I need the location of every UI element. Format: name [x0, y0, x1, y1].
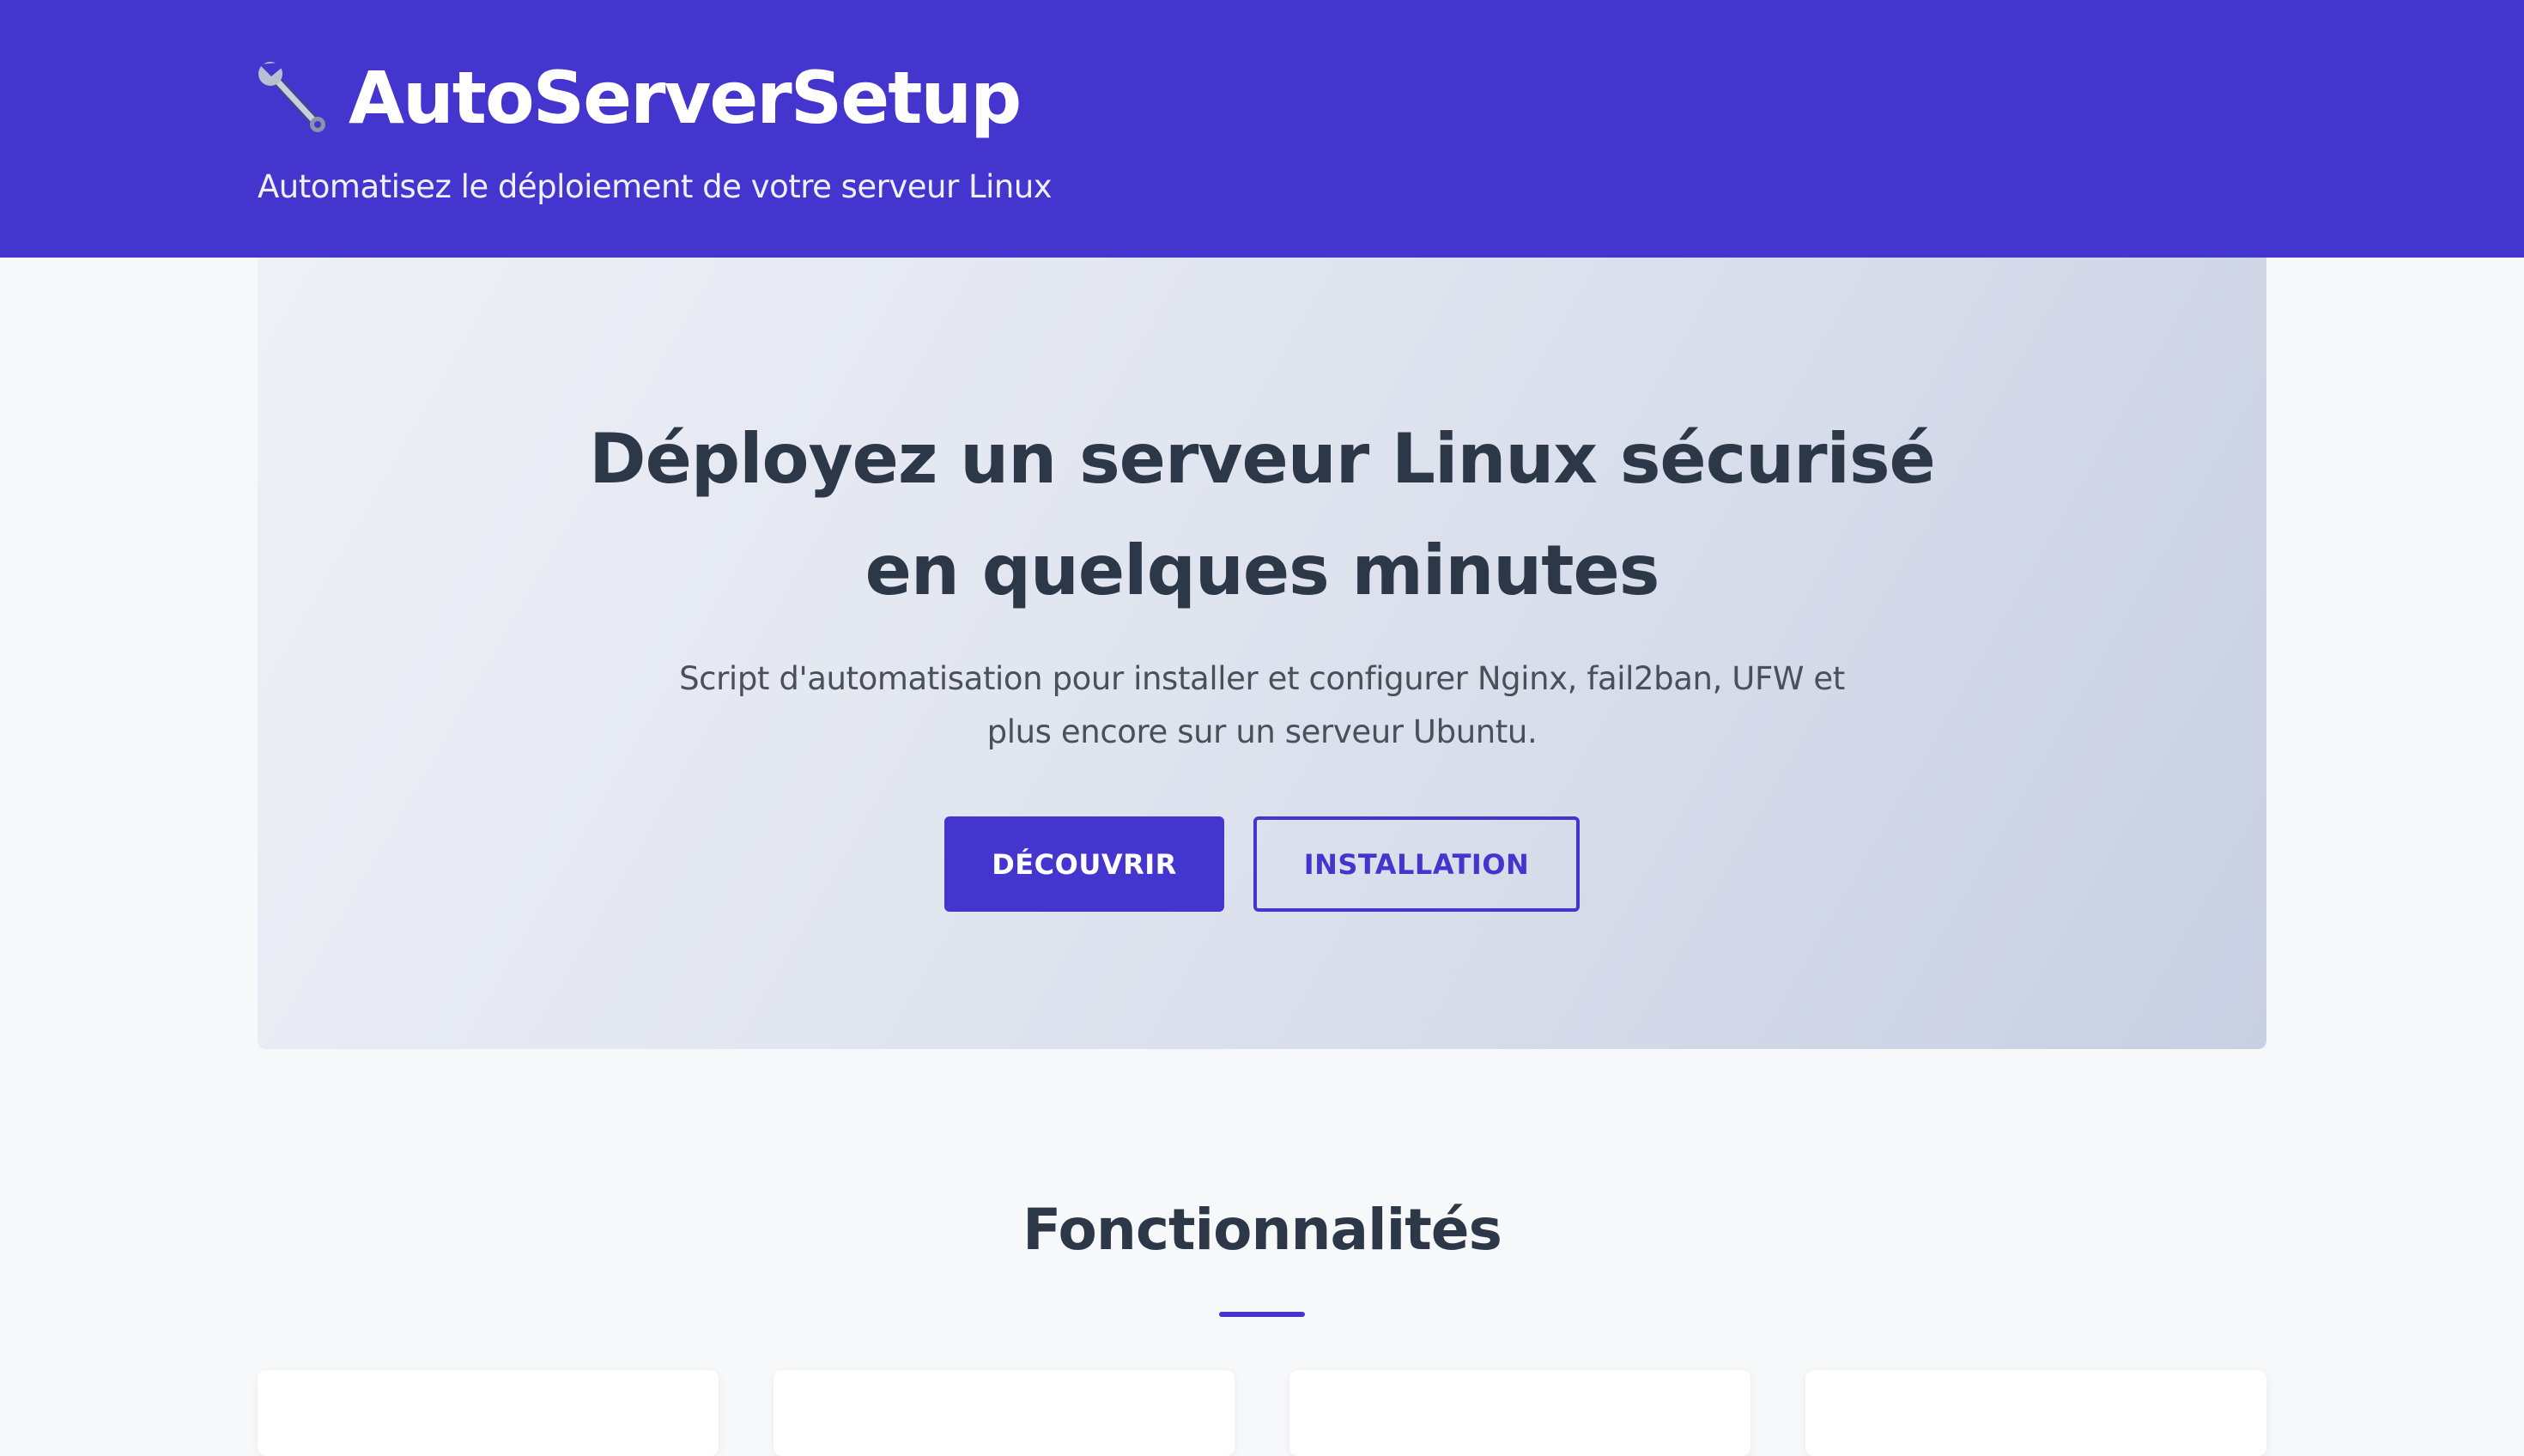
discover-button[interactable]: DÉCOUVRIR [944, 816, 1224, 912]
site-title: AutoServerSetup [349, 56, 1022, 140]
hero-actions: DÉCOUVRIR INSTALLATION [258, 816, 2266, 912]
hero-section: Déployez un serveur Linux sécurisé en qu… [258, 258, 2266, 1049]
feature-card[interactable] [1805, 1370, 2266, 1456]
brand[interactable]: AutoServerSetup [256, 53, 1022, 143]
installation-button[interactable]: INSTALLATION [1253, 816, 1580, 912]
wrench-icon [256, 61, 330, 135]
site-tagline: Automatisez le déploiement de votre serv… [258, 168, 1053, 205]
features-underline [1219, 1312, 1305, 1317]
hero-subtitle: Script d'automatisation pour installer e… [679, 660, 1845, 750]
features-title: Fonctionnalités [1022, 1197, 1502, 1263]
site-header: AutoServerSetup Automatisez le déploieme… [0, 0, 2524, 258]
hero-title: Déployez un serveur Linux sécurisé en qu… [589, 419, 1936, 610]
feature-card[interactable] [1289, 1370, 1750, 1456]
feature-cards [258, 1370, 2266, 1456]
features-section: Fonctionnalités [0, 1197, 2524, 1317]
feature-card[interactable] [774, 1370, 1235, 1456]
feature-card[interactable] [258, 1370, 719, 1456]
